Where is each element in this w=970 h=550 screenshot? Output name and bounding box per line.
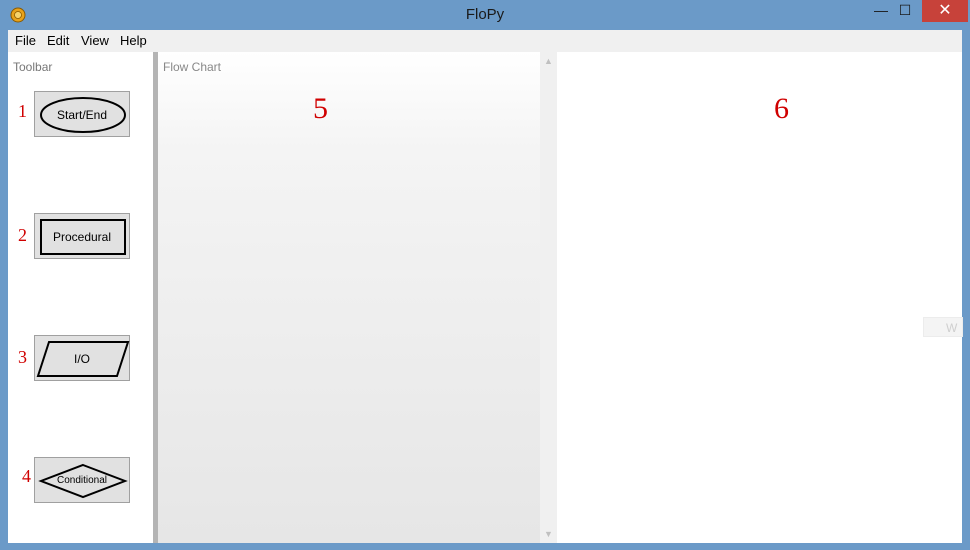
annotation-number-6: 6 xyxy=(774,92,789,125)
conditional-button[interactable]: Conditional xyxy=(34,457,130,503)
maximize-button[interactable]: ☐ xyxy=(890,0,920,22)
menu-edit[interactable]: Edit xyxy=(47,33,69,48)
conditional-label: Conditional xyxy=(56,475,108,486)
io-button[interactable]: I/O xyxy=(34,335,130,381)
menu-view[interactable]: View xyxy=(81,33,109,48)
flow-chart-panel[interactable]: Flow Chart 5 xyxy=(158,52,540,543)
annotation-number-4: 4 xyxy=(22,466,31,486)
flow-chart-label: Flow Chart xyxy=(163,60,222,74)
title-bar[interactable]: FloPy — ☐ ✕ xyxy=(0,0,970,30)
procedural-button[interactable]: Procedural xyxy=(34,213,130,259)
procedural-label: Procedural xyxy=(52,230,112,244)
faint-overlay-box: W xyxy=(923,317,963,337)
toolbar-label: Toolbar xyxy=(13,60,53,74)
menu-help[interactable]: Help xyxy=(120,33,147,48)
start-end-button[interactable]: Start/End xyxy=(34,91,130,137)
io-label: I/O xyxy=(73,352,90,366)
annotation-number-3: 3 xyxy=(18,347,27,367)
start-end-label: Start/End xyxy=(56,108,108,122)
main-content: Toolbar 1 Start/End 2 Procedural 3 I/O 4 xyxy=(8,52,963,543)
annotation-number-5: 5 xyxy=(313,92,328,125)
annotation-number-2: 2 xyxy=(18,225,27,245)
menu-file[interactable]: File xyxy=(15,33,36,48)
flow-chart-scrollbar[interactable]: ▲ ▼ xyxy=(540,52,557,543)
annotation-number-1: 1 xyxy=(18,101,27,121)
window-title: FloPy xyxy=(465,6,505,23)
menu-bar: File Edit View Help xyxy=(8,30,962,52)
scroll-up-icon[interactable]: ▲ xyxy=(540,56,557,66)
code-panel[interactable]: 6 W xyxy=(557,52,963,543)
scroll-down-icon[interactable]: ▼ xyxy=(540,529,557,539)
close-button[interactable]: ✕ xyxy=(922,0,968,22)
